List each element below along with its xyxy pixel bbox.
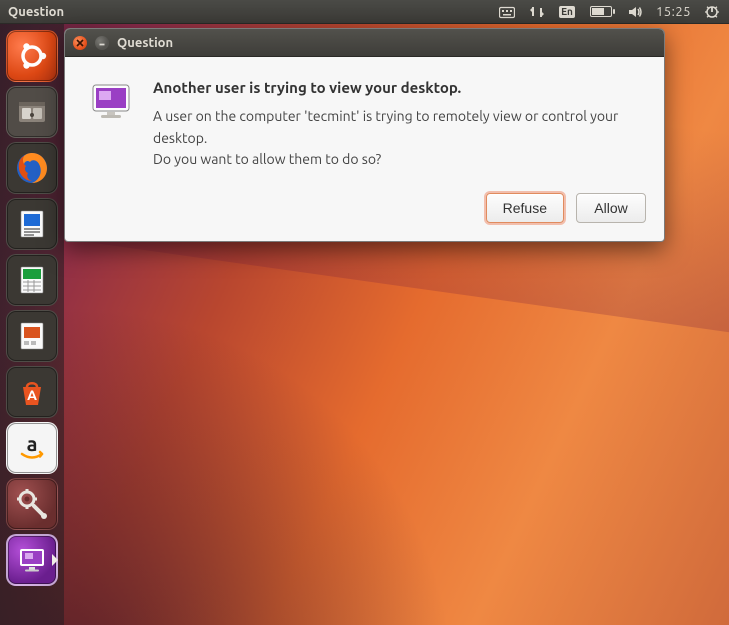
launcher-remote-desktop[interactable] (6, 534, 58, 586)
dialog-titlebar[interactable]: Question (65, 29, 664, 57)
file-manager-icon (13, 93, 51, 131)
network-indicator-icon[interactable] (528, 3, 546, 21)
dialog-title: Question (117, 36, 173, 50)
dialog-text: Another user is trying to view your desk… (153, 79, 640, 171)
dialog-body-line2: Do you want to allow them to do so? (153, 151, 381, 167)
launcher-amazon[interactable]: a (6, 422, 58, 474)
launcher-settings[interactable] (6, 478, 58, 530)
svg-text:a: a (27, 432, 38, 455)
launcher-firefox[interactable] (6, 142, 58, 194)
volume-indicator-icon[interactable] (626, 3, 644, 21)
gear-wrench-icon (14, 486, 50, 522)
close-icon[interactable] (73, 36, 87, 50)
language-indicator[interactable]: En (558, 3, 576, 21)
launcher-files[interactable] (6, 86, 58, 138)
impress-icon (14, 318, 50, 354)
software-icon: A (13, 373, 51, 411)
calc-icon (14, 262, 50, 298)
panel-indicators: En 15:25 (498, 3, 721, 21)
panel-app-name: Question (8, 5, 64, 19)
ubuntu-logo-icon (15, 39, 49, 73)
allow-button[interactable]: Allow (576, 193, 646, 223)
top-panel: Question En 15:25 (0, 0, 729, 24)
launcher-writer[interactable] (6, 198, 58, 250)
session-indicator-icon[interactable] (703, 3, 721, 21)
refuse-button[interactable]: Refuse (486, 193, 564, 223)
launcher-software[interactable]: A (6, 366, 58, 418)
launcher-calc[interactable] (6, 254, 58, 306)
dialog-heading: Another user is trying to view your desk… (153, 79, 640, 96)
firefox-icon (12, 148, 52, 188)
clock-indicator[interactable]: 15:25 (656, 5, 691, 19)
keyboard-indicator-icon[interactable] (498, 3, 516, 21)
remote-desktop-icon (13, 541, 51, 579)
dialog-actions: Refuse Allow (65, 189, 664, 241)
svg-text:A: A (27, 387, 37, 403)
dialog-body-line1: A user on the computer 'tecmint' is tryi… (153, 108, 618, 146)
launcher: A a (0, 24, 64, 625)
language-indicator-label: En (559, 6, 575, 18)
writer-icon (14, 206, 50, 242)
dialog-icon (87, 79, 135, 171)
question-dialog: Question Another user is trying to view … (64, 28, 665, 242)
amazon-icon: a (15, 431, 49, 465)
launcher-impress[interactable] (6, 310, 58, 362)
battery-indicator-icon[interactable] (588, 3, 614, 21)
remote-desktop-icon (87, 79, 135, 127)
launcher-dash[interactable] (6, 30, 58, 82)
minimize-icon[interactable] (95, 36, 109, 50)
